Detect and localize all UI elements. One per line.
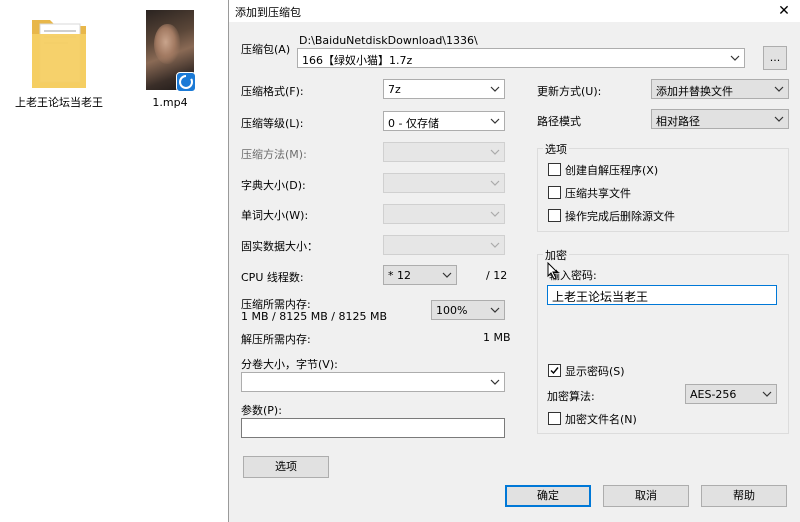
chevron-down-icon [442,272,452,278]
cpu-threads-value: * 12 [388,269,411,282]
sfx-checkbox[interactable] [548,163,561,176]
cpu-total: / 12 [486,269,508,282]
dict-label: 字典大小(D): [241,179,306,192]
browse-button[interactable]: ... [763,46,787,70]
show-password-label: 显示密码(S) [565,365,625,378]
volume-size-combo[interactable] [241,372,505,392]
chevron-down-icon [490,307,500,313]
archive-name-value: 166【绿奴小猫】1.7z [302,54,413,67]
dict-select[interactable] [383,173,505,193]
params-label: 参数(P): [241,404,282,417]
desktop-folder[interactable]: 上老王论坛当老王 [0,0,110,130]
path-mode-select[interactable]: 相对路径 [651,109,789,129]
decomp-label: 解压所需内存: [241,333,311,346]
update-mode-select[interactable]: 添加并替换文件 [651,79,789,99]
solid-label: 固实数据大小： [241,240,318,253]
chevron-down-icon [490,86,500,92]
shared-files-label: 压缩共享文件 [565,187,631,200]
password-input[interactable]: 上老王论坛当老王 [547,285,777,305]
solid-select[interactable] [383,235,505,255]
delete-after-checkbox[interactable] [548,209,561,222]
chevron-down-icon [762,391,772,397]
encrypt-names-label: 加密文件名(N) [565,413,637,426]
sfx-label: 创建自解压程序(X) [565,164,659,177]
method-select[interactable] [383,142,505,162]
cpu-threads-select[interactable]: * 12 [383,265,457,285]
archive-path: D:\BaiduNetdiskDownload\1336\ [299,34,478,47]
help-button[interactable]: 帮助 [701,485,787,507]
video-preview-image [154,24,180,64]
path-mode-label: 路径模式 [537,115,581,128]
params-input[interactable] [241,418,505,438]
show-password-checkbox[interactable] [548,364,561,377]
dialog-title: 添加到压缩包 [235,6,301,19]
path-mode-value: 相对路径 [656,115,700,128]
format-select[interactable]: 7z [383,79,505,99]
folder-icon [32,20,86,88]
desktop-video-file[interactable]: 1.mp4 [130,0,210,120]
add-to-archive-dialog: 添加到压缩包 ✕ 压缩包(A) D:\BaiduNetdiskDownload\… [228,0,800,522]
checkmark-icon [550,367,559,375]
enc-method-select[interactable]: AES-256 [685,384,777,404]
chevron-down-icon [490,211,500,217]
decomp-value: 1 MB [483,331,511,344]
mem-detail: 1 MB / 8125 MB / 8125 MB [241,310,387,323]
close-icon[interactable]: ✕ [775,2,793,20]
baidu-netdisk-badge-icon [176,72,196,92]
folder-label: 上老王论坛当老王 [15,96,103,109]
chevron-down-icon [490,379,500,385]
archive-name-combo[interactable]: 166【绿奴小猫】1.7z [297,48,745,68]
chevron-down-icon [774,86,784,92]
cpu-label: CPU 线程数: [241,271,304,284]
mem-percent-select[interactable]: 100% [431,300,505,320]
cancel-button[interactable]: 取消 [603,485,689,507]
dialog-titlebar[interactable]: 添加到压缩包 ✕ [229,0,800,22]
enc-method-value: AES-256 [690,388,737,401]
volume-label: 分卷大小，字节(V): [241,358,338,371]
word-label: 单词大小(W): [241,209,309,222]
options-button[interactable]: 选项 [243,456,329,478]
chevron-down-icon [490,118,500,124]
archive-label: 压缩包(A) [241,43,291,56]
encryption-group-title: 加密 [543,247,569,263]
chevron-down-icon [490,180,500,186]
format-label: 压缩格式(F): [241,85,304,98]
level-select[interactable]: 0 - 仅存储 [383,111,505,131]
encrypt-names-checkbox[interactable] [548,412,561,425]
level-label: 压缩等级(L): [241,117,304,130]
chevron-down-icon [490,242,500,248]
chevron-down-icon [730,55,740,61]
password-value: 上老王论坛当老王 [552,290,649,304]
method-label: 压缩方法(M): [241,148,307,161]
format-value: 7z [388,83,401,96]
chevron-down-icon [774,116,784,122]
video-label: 1.mp4 [152,96,188,109]
mem-percent-value: 100% [436,304,468,317]
word-select[interactable] [383,204,505,224]
update-label: 更新方式(U): [537,85,602,98]
ok-button[interactable]: 确定 [505,485,591,507]
level-value: 0 - 仅存储 [388,117,439,130]
enc-method-label: 加密算法: [547,390,595,403]
chevron-down-icon [490,149,500,155]
update-mode-value: 添加并替换文件 [656,85,733,98]
options-group-title: 选项 [543,141,569,157]
delete-after-label: 操作完成后删除源文件 [565,210,675,223]
mouse-cursor-icon [547,262,559,280]
shared-files-checkbox[interactable] [548,186,561,199]
